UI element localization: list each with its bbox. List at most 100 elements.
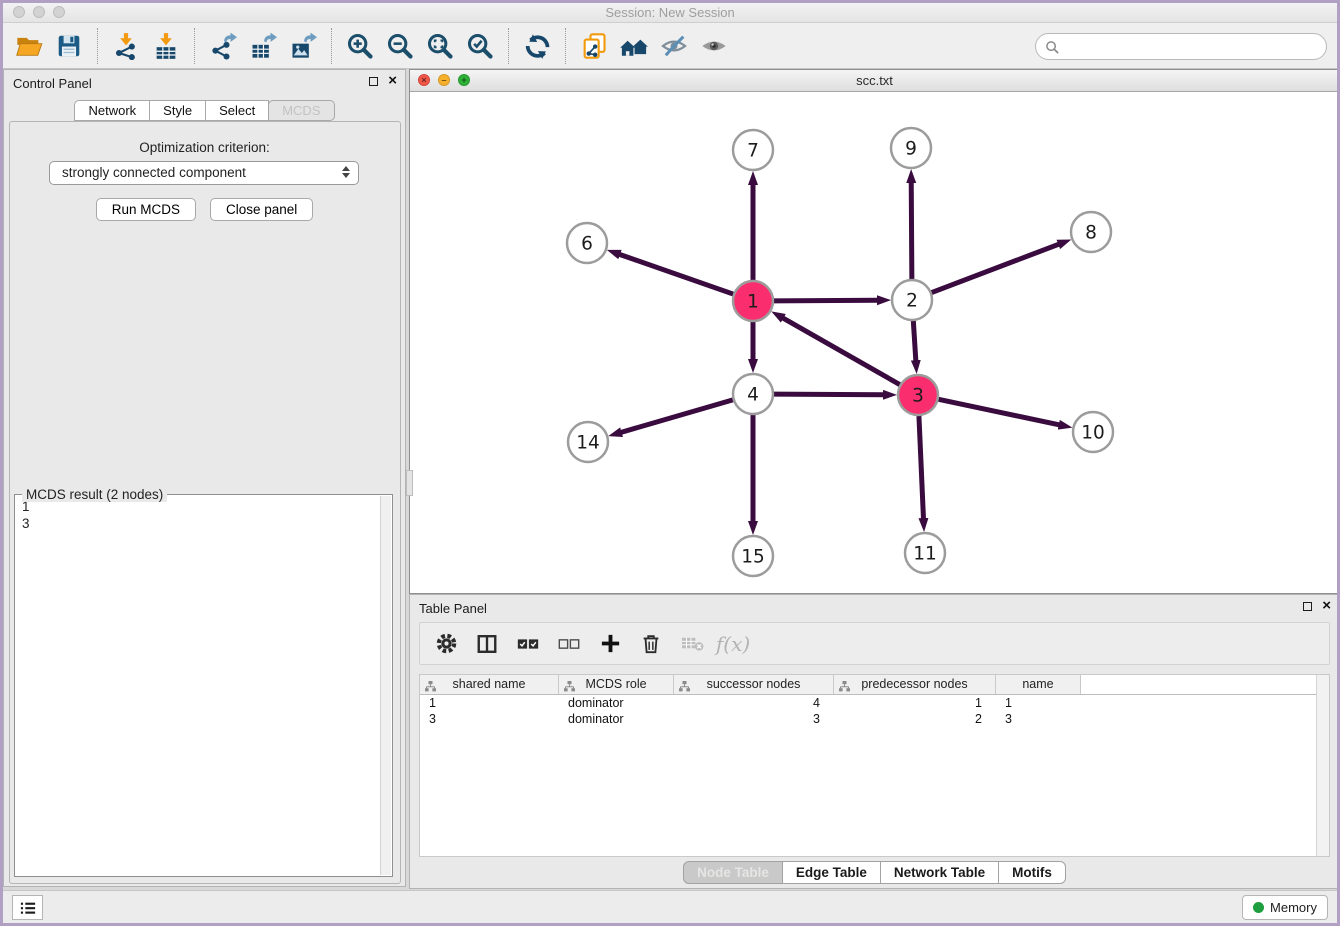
graph-node-label: 4 [747, 385, 759, 406]
graph-edge-4-14[interactable] [621, 400, 733, 433]
tab-select[interactable]: Select [205, 100, 269, 121]
close-panel-icon[interactable]: × [1322, 600, 1331, 612]
column-header-shared-name[interactable]: shared name [420, 675, 559, 694]
graph-edge-3-10[interactable] [939, 399, 1060, 425]
table-settings-button[interactable] [430, 628, 462, 660]
unchecked-boxes-icon [557, 634, 581, 654]
search-input[interactable] [1064, 35, 1318, 58]
graph-node-8[interactable]: 8 [1071, 212, 1111, 252]
network-window-controls: × – + [418, 74, 470, 86]
column-header-mcds-role[interactable]: MCDS role [559, 675, 674, 694]
tab-style[interactable]: Style [149, 100, 206, 121]
graph-edge-1-6[interactable] [619, 254, 733, 294]
criterion-dropdown[interactable]: strongly connected component [49, 161, 359, 185]
graph-edge-4-3[interactable] [774, 394, 884, 395]
tab-network[interactable]: Network [74, 100, 150, 121]
graph-node-label: 8 [1085, 223, 1097, 244]
table-row[interactable]: 3dominator323 [420, 711, 1329, 727]
close-window-button[interactable] [13, 6, 25, 18]
table-cell-shared-name: 3 [420, 711, 559, 727]
table-header-row: shared name MCDS role successor nodesprede… [420, 675, 1329, 695]
save-session-button[interactable] [49, 27, 89, 65]
apply-function-button[interactable]: f(x) [717, 628, 749, 660]
close-panel-icon[interactable]: × [388, 75, 397, 87]
graph-node-15[interactable]: 15 [733, 536, 773, 576]
hide-panels-button[interactable] [654, 27, 694, 65]
run-mcds-button[interactable]: Run MCDS [96, 198, 196, 221]
export-network-button[interactable] [203, 27, 243, 65]
graph-node-6[interactable]: 6 [567, 223, 607, 263]
open-file-button[interactable] [9, 27, 49, 65]
table-row[interactable]: 1dominator411 [420, 695, 1329, 711]
split-panel-button[interactable] [471, 628, 503, 660]
tab-node-table[interactable]: Node Table [683, 861, 783, 884]
graph-node-3[interactable]: 3 [898, 375, 938, 415]
duplicate-network-button[interactable] [574, 27, 614, 65]
graph-node-14[interactable]: 14 [568, 422, 608, 462]
add-column-button[interactable] [594, 628, 626, 660]
graph-edge-1-2[interactable] [774, 300, 878, 301]
zoom-selected-button[interactable] [460, 27, 500, 65]
graph-node-9[interactable]: 9 [891, 128, 931, 168]
table-scrollbar[interactable] [1316, 675, 1329, 856]
window-controls [13, 6, 65, 18]
zoom-fit-button[interactable] [420, 27, 460, 65]
graph-node-11[interactable]: 11 [905, 533, 945, 573]
zoom-in-button[interactable] [340, 27, 380, 65]
select-all-columns-button[interactable] [512, 628, 544, 660]
column-header-successor-nodes[interactable]: successor nodes [674, 675, 834, 694]
network-canvas[interactable]: 7 9 6 8 1 2 4 3 14 10 15 11 [410, 92, 1339, 593]
refresh-view-button[interactable] [517, 27, 557, 65]
task-history-button[interactable] [12, 895, 43, 920]
maximize-window-button[interactable] [53, 6, 65, 18]
graph-node-1[interactable]: 1 [733, 281, 773, 321]
minimize-window-button[interactable] [33, 6, 45, 18]
float-panel-icon[interactable] [1303, 602, 1312, 611]
tab-network-table[interactable]: Network Table [880, 861, 999, 884]
graph-edge-2-9[interactable] [911, 182, 912, 279]
graph-node-7[interactable]: 7 [733, 130, 773, 170]
export-table-button[interactable] [243, 27, 283, 65]
network-view-window: × – + scc.txt 7968124314101511 [409, 69, 1340, 594]
export-image-button[interactable] [283, 27, 323, 65]
graph-edge-3-1[interactable] [783, 318, 900, 385]
show-overview-button[interactable] [694, 27, 734, 65]
tab-edge-table[interactable]: Edge Table [782, 861, 881, 884]
column-header-name[interactable]: name [996, 675, 1081, 694]
delete-table-button[interactable] [676, 628, 708, 660]
tab-motifs[interactable]: Motifs [998, 861, 1066, 884]
close-network-button[interactable]: × [418, 74, 430, 86]
toolbar-separator [194, 28, 195, 64]
table-cell-successor-nodes: 3 [674, 711, 834, 727]
graph-node-label: 7 [747, 141, 759, 162]
graph-node-2[interactable]: 2 [892, 280, 932, 320]
import-network-button[interactable] [106, 27, 146, 65]
save-icon [56, 33, 82, 59]
function-icon: f(x) [716, 632, 750, 656]
column-header-predecessor-nodes[interactable]: predecessor nodes [834, 675, 996, 694]
table-cell-name: 3 [996, 711, 1081, 727]
mcds-result-box: 1 3 [14, 494, 393, 877]
import-table-button[interactable] [146, 27, 186, 65]
toolbar-separator [331, 28, 332, 64]
home-button[interactable] [614, 27, 654, 65]
graph-node-10[interactable]: 10 [1073, 412, 1113, 452]
graph-edge-2-3[interactable] [913, 321, 916, 361]
delete-column-button[interactable] [635, 628, 667, 660]
zoom-out-button[interactable] [380, 27, 420, 65]
column-header-label: MCDS role [585, 677, 646, 691]
memory-button[interactable]: Memory [1242, 895, 1328, 920]
graph-edge-3-11[interactable] [919, 416, 924, 519]
graph-node-4[interactable]: 4 [733, 374, 773, 414]
minimize-network-button[interactable]: – [438, 74, 450, 86]
graph-edge-2-8[interactable] [932, 244, 1060, 292]
deselect-all-columns-button[interactable] [553, 628, 585, 660]
close-panel-button[interactable]: Close panel [210, 198, 313, 221]
maximize-network-button[interactable]: + [458, 74, 470, 86]
result-scrollbar[interactable] [380, 496, 391, 875]
graph-node-label: 2 [906, 291, 918, 312]
tab-mcds[interactable]: MCDS [268, 100, 334, 121]
float-panel-icon[interactable] [369, 77, 378, 86]
splitter-grip[interactable] [406, 470, 413, 496]
app-titlebar: Session: New Session [3, 3, 1337, 22]
